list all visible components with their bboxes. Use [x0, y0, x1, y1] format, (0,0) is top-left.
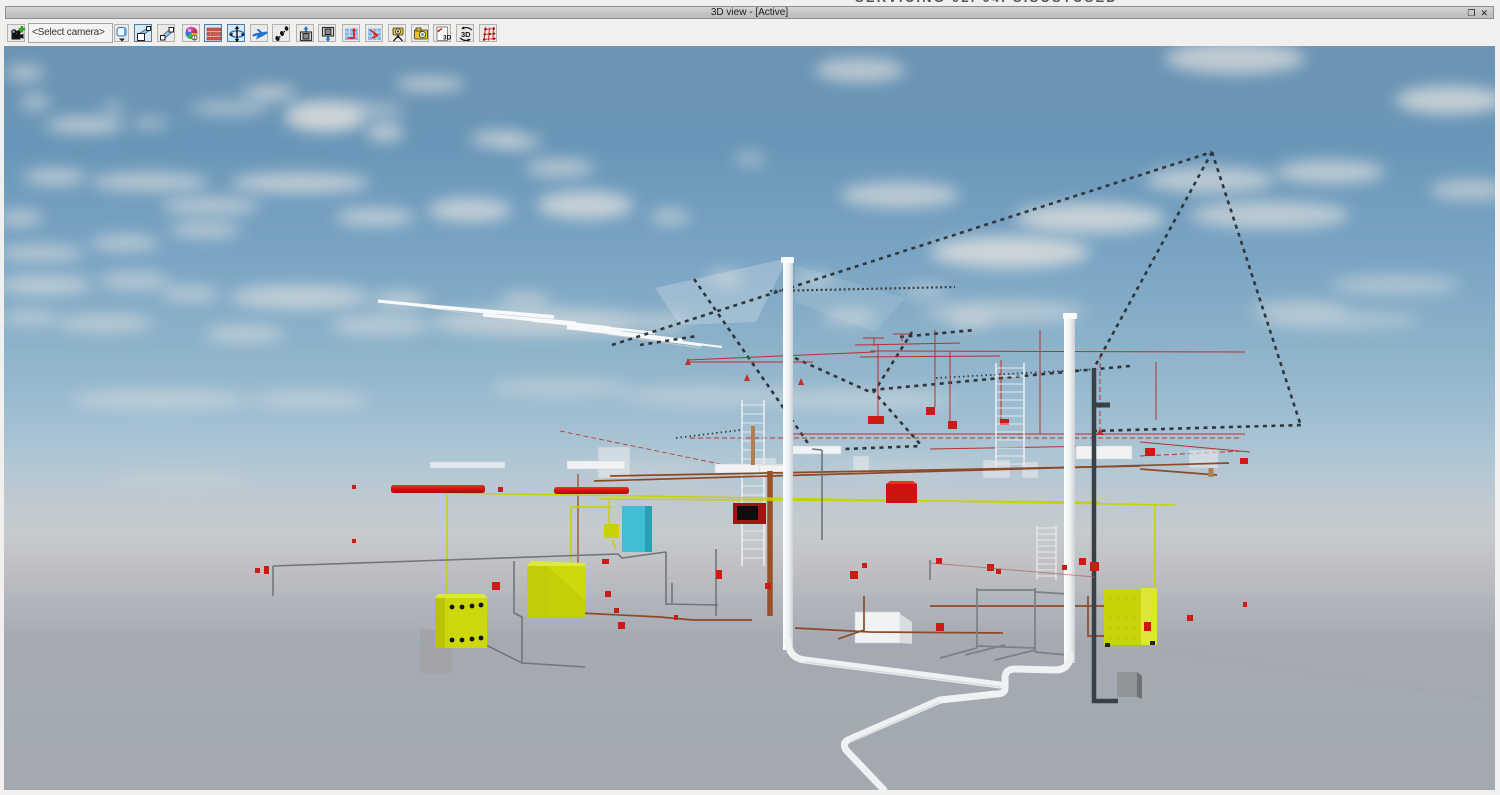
- svg-text:3D: 3D: [461, 30, 471, 39]
- svg-text:3D: 3D: [443, 35, 452, 42]
- svg-text:1: 1: [193, 36, 196, 42]
